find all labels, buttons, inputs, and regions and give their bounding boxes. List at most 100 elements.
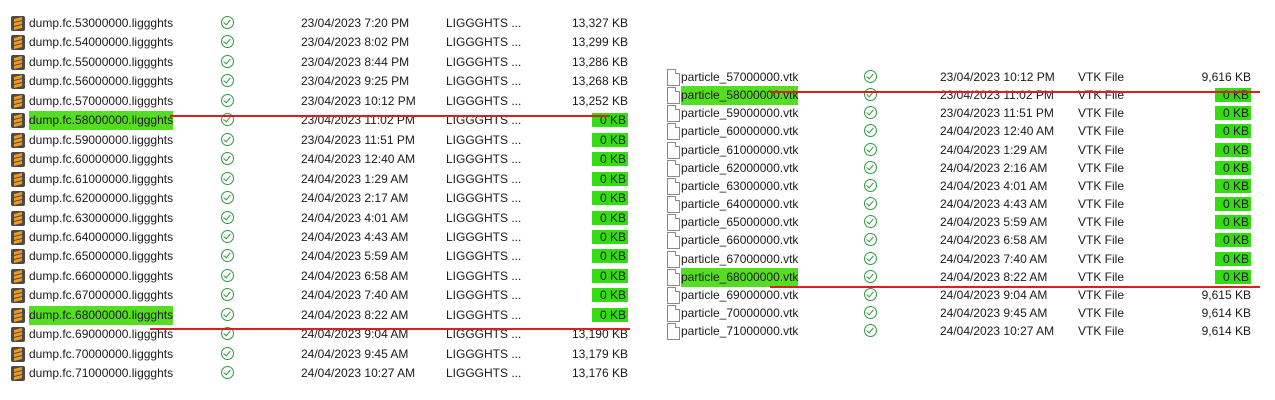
left-file-row[interactable]: dump.fc.68000000.liggghts 24/04/2023 8:22…: [0, 305, 640, 325]
left-file-row[interactable]: dump.fc.62000000.liggghts 24/04/2023 2:17…: [0, 189, 640, 208]
file-size: 0 KB: [591, 288, 628, 303]
file-type: LIGGGHTS ...: [446, 171, 522, 186]
file-size-cell: 0 KB: [1165, 195, 1251, 214]
left-file-row[interactable]: dump.fc.55000000.liggghts 23/04/2023 8:44…: [0, 53, 640, 72]
right-file-row[interactable]: particle_64000000.vtk 24/04/2023 4:43 AM V…: [660, 195, 1275, 214]
file-size-cell: 9,615 KB: [1165, 286, 1251, 305]
right-file-row[interactable]: particle_67000000.vtk 24/04/2023 7:40 AM V…: [660, 250, 1275, 269]
file-size-cell: 0 KB: [540, 306, 628, 325]
left-file-row[interactable]: dump.fc.54000000.liggghts 23/04/2023 8:02…: [0, 33, 640, 52]
file-size: 13,252 KB: [571, 93, 628, 108]
file-size-cell: 0 KB: [540, 170, 628, 189]
right-file-row[interactable]: particle_70000000.vtk 24/04/2023 9:45 AM V…: [660, 304, 1275, 323]
sync-complete-check-icon: [864, 197, 877, 211]
file-type: LIGGGHTS ...: [446, 16, 522, 30]
sync-complete-check-icon: [864, 178, 877, 192]
file-name: particle_62000000.vtk: [681, 160, 799, 175]
file-size-cell: 9,614 KB: [1165, 322, 1251, 341]
file-name: dump.fc.53000000.liggghts: [29, 16, 174, 30]
file-name: dump.fc.70000000.liggghts: [29, 346, 174, 361]
file-size-cell: 0 KB: [540, 209, 628, 228]
date-modified: 23/04/2023 10:12 PM: [301, 93, 416, 108]
left-file-row[interactable]: dump.fc.64000000.liggghts 24/04/2023 4:43…: [0, 228, 640, 247]
file-type: LIGGGHTS ...: [446, 93, 522, 108]
sync-complete-check-icon: [221, 132, 234, 146]
date-modified: 24/04/2023 1:29 AM: [301, 171, 409, 186]
left-file-row[interactable]: dump.fc.59000000.liggghts 23/04/2023 11:5…: [0, 131, 640, 150]
file-size-cell: 0 KB: [1165, 141, 1251, 160]
file-size: 0 KB: [1214, 124, 1251, 139]
file-size-cell: 0 KB: [540, 131, 628, 150]
file-name: particle_69000000.vtk: [681, 287, 799, 302]
sync-complete-check-icon: [864, 70, 877, 83]
file-type: VTK File: [1078, 106, 1125, 121]
file-type: VTK File: [1078, 142, 1125, 157]
right-file-row[interactable]: particle_60000000.vtk 24/04/2023 12:40 AM…: [660, 122, 1275, 141]
left-file-row[interactable]: dump.fc.71000000.liggghts 24/04/2023 10:2…: [0, 364, 640, 383]
date-modified: 24/04/2023 12:40 AM: [940, 124, 1055, 139]
date-modified: 23/04/2023 9:25 PM: [301, 74, 410, 89]
right-file-row[interactable]: particle_57000000.vtk 23/04/2023 10:12 PM…: [660, 68, 1275, 87]
file-size: 0 KB: [591, 210, 628, 225]
left-file-row[interactable]: dump.fc.57000000.liggghts 23/04/2023 10:1…: [0, 92, 640, 111]
right-file-row[interactable]: particle_68000000.vtk 24/04/2023 8:22 AM V…: [660, 267, 1275, 287]
sync-complete-check-icon: [864, 106, 877, 120]
sync-complete-check-icon: [221, 171, 234, 185]
file-type: VTK File: [1078, 215, 1125, 230]
date-modified: 24/04/2023 2:16 AM: [940, 160, 1048, 175]
document-icon: [667, 232, 680, 250]
sublime-text-icon: [11, 16, 25, 31]
right-file-row[interactable]: particle_61000000.vtk 24/04/2023 1:29 AM V…: [660, 141, 1275, 160]
right-file-row[interactable]: particle_58000000.vtk 23/04/2023 11:02 PM…: [660, 86, 1275, 106]
file-type: LIGGGHTS ...: [446, 346, 522, 361]
file-type: LIGGGHTS ...: [446, 249, 522, 264]
left-file-row[interactable]: dump.fc.63000000.liggghts 24/04/2023 4:01…: [0, 209, 640, 228]
date-modified: 24/04/2023 12:40 AM: [301, 152, 416, 167]
right-file-row[interactable]: particle_71000000.vtk 24/04/2023 10:27 AM…: [660, 322, 1275, 341]
sync-complete-check-icon: [864, 233, 877, 247]
left-file-row[interactable]: dump.fc.65000000.liggghts 24/04/2023 5:59…: [0, 247, 640, 266]
file-size-cell: 0 KB: [540, 228, 628, 247]
file-size-cell: 0 KB: [540, 286, 628, 305]
document-icon: [667, 177, 680, 195]
sync-complete-check-icon: [864, 324, 877, 338]
right-file-row[interactable]: particle_69000000.vtk 24/04/2023 9:04 AM V…: [660, 286, 1275, 305]
right-file-row[interactable]: particle_65000000.vtk 24/04/2023 5:59 AM V…: [660, 213, 1275, 232]
date-modified: 24/04/2023 1:29 AM: [940, 142, 1048, 157]
file-size: 9,616 KB: [1201, 70, 1251, 84]
file-name: dump.fc.68000000.liggghts: [29, 305, 174, 325]
file-type: LIGGGHTS ...: [446, 191, 522, 206]
sublime-text-icon: [11, 132, 25, 148]
left-file-row[interactable]: dump.fc.53000000.liggghts 23/04/2023 7:20…: [0, 14, 640, 33]
right-file-row[interactable]: particle_62000000.vtk 24/04/2023 2:16 AM V…: [660, 159, 1275, 178]
document-icon: [667, 250, 680, 268]
left-file-row[interactable]: dump.fc.67000000.liggghts 24/04/2023 7:40…: [0, 286, 640, 305]
file-size: 0 KB: [1214, 215, 1251, 230]
file-type: LIGGGHTS ...: [446, 366, 522, 381]
sync-complete-check-icon: [221, 152, 234, 166]
date-modified: 24/04/2023 4:01 AM: [940, 178, 1048, 193]
left-file-row[interactable]: dump.fc.66000000.liggghts 24/04/2023 6:58…: [0, 267, 640, 286]
left-file-row[interactable]: dump.fc.70000000.liggghts 24/04/2023 9:45…: [0, 345, 640, 364]
file-type: LIGGGHTS ...: [446, 74, 522, 89]
file-size: 0 KB: [1214, 160, 1251, 175]
date-modified: 23/04/2023 8:02 PM: [301, 35, 410, 50]
file-size-cell: 0 KB: [540, 150, 628, 169]
file-name: dump.fc.61000000.liggghts: [29, 171, 174, 186]
left-file-row[interactable]: dump.fc.61000000.liggghts 24/04/2023 1:29…: [0, 170, 640, 189]
sync-complete-check-icon: [221, 288, 234, 302]
file-size: 0 KB: [591, 249, 628, 264]
right-file-row[interactable]: particle_66000000.vtk 24/04/2023 6:58 AM V…: [660, 231, 1275, 250]
file-name: dump.fc.60000000.liggghts: [29, 152, 174, 167]
right-file-row[interactable]: particle_59000000.vtk 23/04/2023 11:51 PM…: [660, 104, 1275, 123]
left-file-row[interactable]: dump.fc.60000000.liggghts 24/04/2023 12:4…: [0, 150, 640, 169]
sync-complete-check-icon: [864, 142, 877, 156]
sync-complete-check-icon: [221, 249, 234, 263]
file-name: particle_67000000.vtk: [681, 251, 799, 266]
file-type: VTK File: [1078, 269, 1125, 284]
sublime-text-icon: [11, 229, 25, 245]
file-size: 0 KB: [1214, 233, 1251, 248]
left-file-row[interactable]: dump.fc.56000000.liggghts 23/04/2023 9:25…: [0, 72, 640, 91]
right-file-row[interactable]: particle_63000000.vtk 24/04/2023 4:01 AM V…: [660, 177, 1275, 196]
sublime-text-icon: [11, 54, 25, 70]
